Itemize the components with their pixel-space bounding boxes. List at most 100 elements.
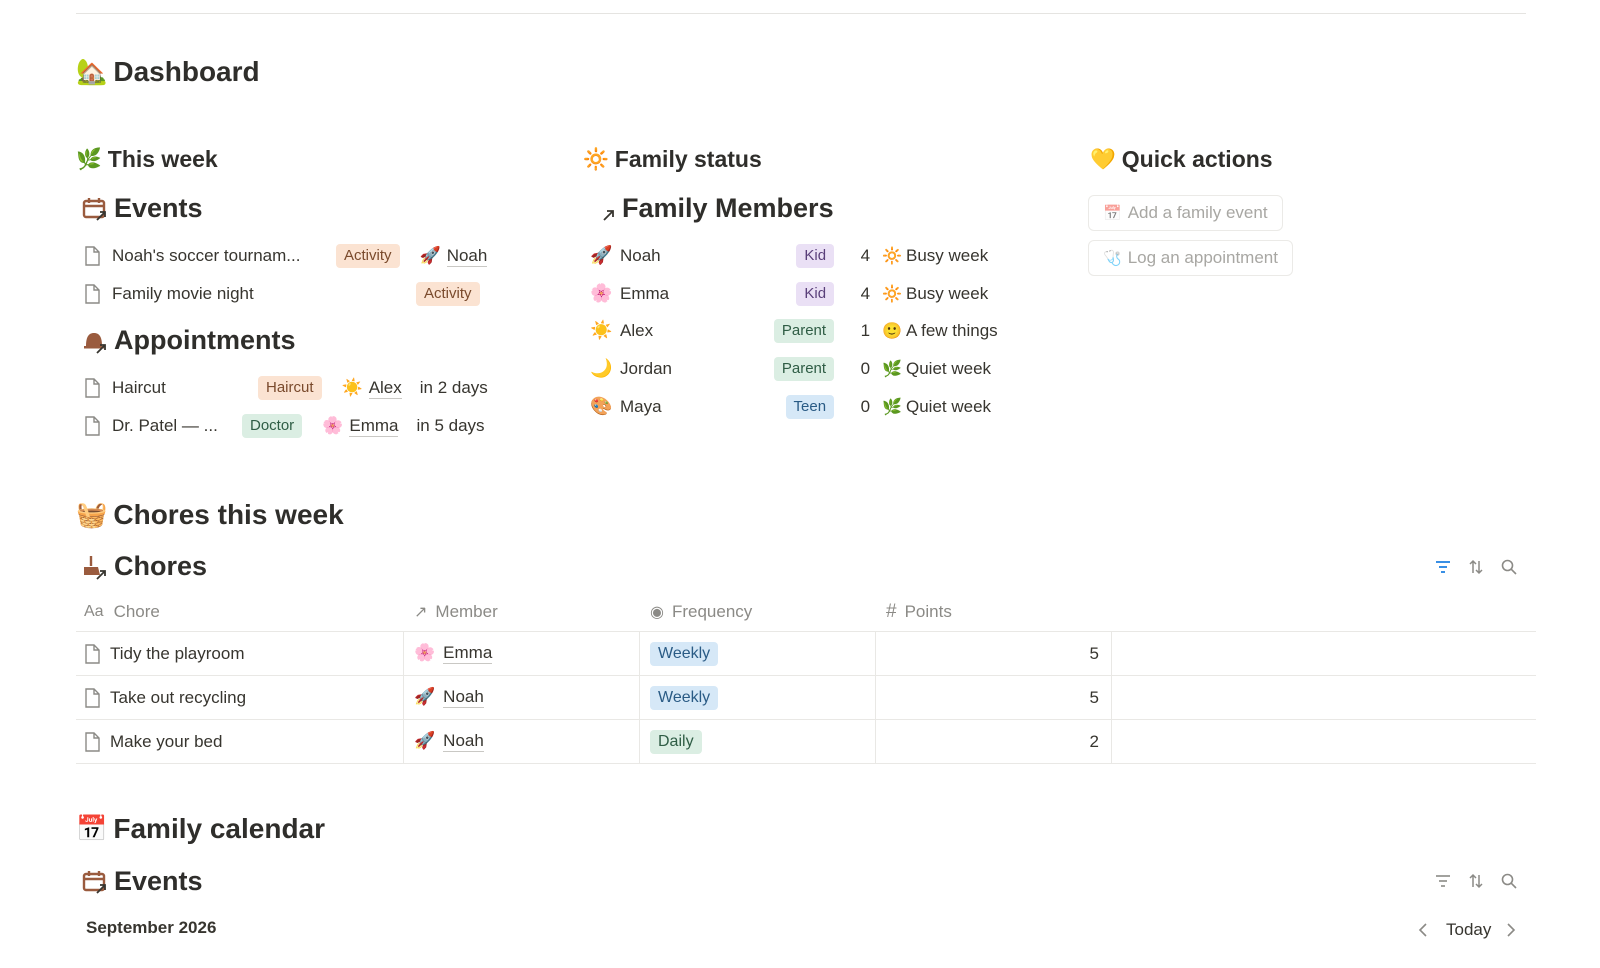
chore-name: Make your bed bbox=[110, 731, 223, 751]
column-header-member[interactable]: ↗ Member bbox=[404, 592, 640, 631]
member-name[interactable]: Emma bbox=[443, 643, 493, 664]
member-role-tag: Parent bbox=[773, 357, 835, 382]
rocket-icon: 🚀 bbox=[419, 245, 441, 266]
search-icon[interactable] bbox=[1498, 870, 1520, 892]
rocket-icon: 🚀 bbox=[590, 245, 613, 266]
page-title: 🏡 Dashboard bbox=[76, 56, 260, 88]
column-label: Points bbox=[904, 601, 952, 621]
event-title: Noah's soccer tournam... bbox=[112, 246, 301, 265]
table-row[interactable]: Tidy the playroom 🌸 Emma Weekly 5 bbox=[76, 632, 1536, 676]
table-row[interactable]: Take out recycling 🚀 Noah Weekly 5 bbox=[76, 676, 1536, 720]
calendar-link-icon bbox=[82, 197, 106, 221]
table-row[interactable]: Make your bed 🚀 Noah Daily 2 bbox=[76, 720, 1536, 764]
member-row[interactable]: 🎨 Maya Teen 0 🌿 Quiet week bbox=[590, 393, 1002, 421]
list-item[interactable]: Dr. Patel — ... Doctor 🌸 Emma in 5 days bbox=[84, 412, 496, 440]
filter-icon[interactable] bbox=[1432, 556, 1454, 578]
add-family-event-label: Add a family event bbox=[1127, 203, 1268, 222]
page-title-text: Dashboard bbox=[113, 56, 260, 87]
member-count: 0 bbox=[860, 359, 871, 379]
list-item[interactable]: Family movie night Activity bbox=[84, 280, 496, 308]
member-name[interactable]: Noah bbox=[443, 731, 484, 752]
member-cell[interactable]: 🌸 Emma bbox=[404, 632, 640, 675]
broom-link-icon bbox=[84, 555, 106, 580]
events-db-title[interactable]: Events bbox=[82, 193, 203, 224]
chore-name: Take out recycling bbox=[110, 687, 247, 707]
member-icon: 🚀 bbox=[414, 687, 436, 707]
column-label: Chore bbox=[113, 601, 160, 621]
log-appointment-button[interactable]: 🩺 Log an appointment bbox=[1088, 240, 1293, 276]
status-icon: 🔆 bbox=[882, 246, 902, 265]
family-status-heading: 🔆 Family status bbox=[583, 146, 762, 173]
column-label: Frequency bbox=[671, 601, 753, 621]
frequency-cell[interactable]: Daily bbox=[640, 720, 876, 763]
calendar-icon: 📅 bbox=[1103, 203, 1122, 222]
filter-icon[interactable] bbox=[1432, 870, 1454, 892]
column-header-frequency[interactable]: ◉ Frequency bbox=[640, 592, 876, 631]
chores-db-title[interactable]: Chores bbox=[82, 551, 207, 582]
frequency-tag: Weekly bbox=[650, 685, 719, 710]
column-header-points[interactable]: # Points bbox=[876, 592, 1112, 631]
chore-cell[interactable]: Make your bed bbox=[76, 720, 404, 763]
chore-cell[interactable]: Take out recycling bbox=[76, 676, 404, 719]
this-week-heading: 🌿 This week bbox=[76, 146, 218, 173]
today-button[interactable]: Today bbox=[1446, 920, 1491, 940]
family-calendar-heading: 📅 Family calendar bbox=[76, 813, 325, 845]
quick-actions-heading-text: Quick actions bbox=[1121, 146, 1273, 172]
member-name[interactable]: Noah bbox=[443, 687, 484, 708]
member-name: Alex bbox=[620, 321, 654, 341]
member-count: 4 bbox=[860, 246, 871, 265]
points-cell[interactable]: 2 bbox=[876, 720, 1112, 763]
appointment-title: Dr. Patel — ... bbox=[112, 416, 218, 435]
calendar-events-title-text: Events bbox=[114, 866, 203, 896]
list-item[interactable]: Noah's soccer tournam... Activity 🚀 Noah bbox=[84, 242, 496, 270]
event-member[interactable]: Noah bbox=[446, 246, 488, 267]
quick-actions-heading: 💛 Quick actions bbox=[1090, 146, 1273, 173]
list-item[interactable]: Haircut Haircut ☀️ Alex in 2 days bbox=[84, 374, 496, 402]
appointment-when: in 5 days bbox=[416, 416, 485, 435]
search-icon[interactable] bbox=[1498, 556, 1520, 578]
chore-name: Tidy the playroom bbox=[110, 643, 245, 663]
member-row[interactable]: 🌙 Jordan Parent 0 🌿 Quiet week bbox=[590, 355, 1002, 383]
sort-icon[interactable] bbox=[1465, 556, 1487, 578]
yellow-heart-icon: 💛 bbox=[1090, 147, 1116, 172]
points-value: 5 bbox=[1089, 687, 1099, 707]
member-cell[interactable]: 🚀 Noah bbox=[404, 676, 640, 719]
page-icon bbox=[85, 284, 100, 304]
status-icon: 🌿 bbox=[882, 396, 902, 416]
chevron-right-icon[interactable] bbox=[1500, 919, 1522, 941]
member-row[interactable]: ☀️ Alex Parent 1 🙂 A few things bbox=[590, 317, 1002, 345]
page-icon bbox=[85, 731, 100, 752]
member-cell[interactable]: 🚀 Noah bbox=[404, 720, 640, 763]
calendar-month-label: September 2026 bbox=[86, 918, 217, 937]
points-value: 5 bbox=[1089, 643, 1099, 663]
page-icon bbox=[85, 643, 100, 664]
calendar-events-db-title[interactable]: Events bbox=[82, 866, 203, 897]
member-status: Busy week bbox=[906, 283, 989, 303]
calendar-icon: 📅 bbox=[76, 814, 108, 844]
appointment-member[interactable]: Alex bbox=[368, 378, 402, 399]
chores-heading: 🧺 Chores this week bbox=[76, 499, 344, 531]
link-arrow-icon bbox=[603, 209, 614, 221]
chevron-left-icon[interactable] bbox=[1412, 919, 1434, 941]
chores-table: Aa Chore ↗ Member ◉ Frequency # Points T… bbox=[76, 592, 1536, 764]
points-cell[interactable]: 5 bbox=[876, 676, 1112, 719]
sort-icon[interactable] bbox=[1465, 870, 1487, 892]
appointment-member[interactable]: Emma bbox=[349, 416, 399, 437]
member-row[interactable]: 🚀 Noah Kid 4 🔆 Busy week bbox=[590, 242, 1002, 270]
frequency-cell[interactable]: Weekly bbox=[640, 632, 876, 675]
member-row[interactable]: 🌸 Emma Kid 4 🔆 Busy week bbox=[590, 280, 1002, 308]
chore-cell[interactable]: Tidy the playroom bbox=[76, 632, 404, 675]
herb-icon: 🌿 bbox=[76, 147, 102, 172]
event-tag: Activity bbox=[336, 244, 400, 268]
add-family-event-button[interactable]: 📅 Add a family event bbox=[1088, 195, 1283, 231]
member-count: 0 bbox=[860, 396, 871, 416]
points-cell[interactable]: 5 bbox=[876, 632, 1112, 675]
family-members-db-title[interactable]: Family Members bbox=[602, 193, 834, 224]
frequency-cell[interactable]: Weekly bbox=[640, 676, 876, 719]
appointments-db-title[interactable]: Appointments bbox=[82, 325, 296, 356]
sun-icon: ☀️ bbox=[341, 377, 363, 398]
member-role-tag: Kid bbox=[796, 244, 835, 268]
event-title: Family movie night bbox=[112, 284, 254, 303]
member-status: Busy week bbox=[906, 246, 989, 265]
column-header-chore[interactable]: Aa Chore bbox=[76, 592, 404, 631]
